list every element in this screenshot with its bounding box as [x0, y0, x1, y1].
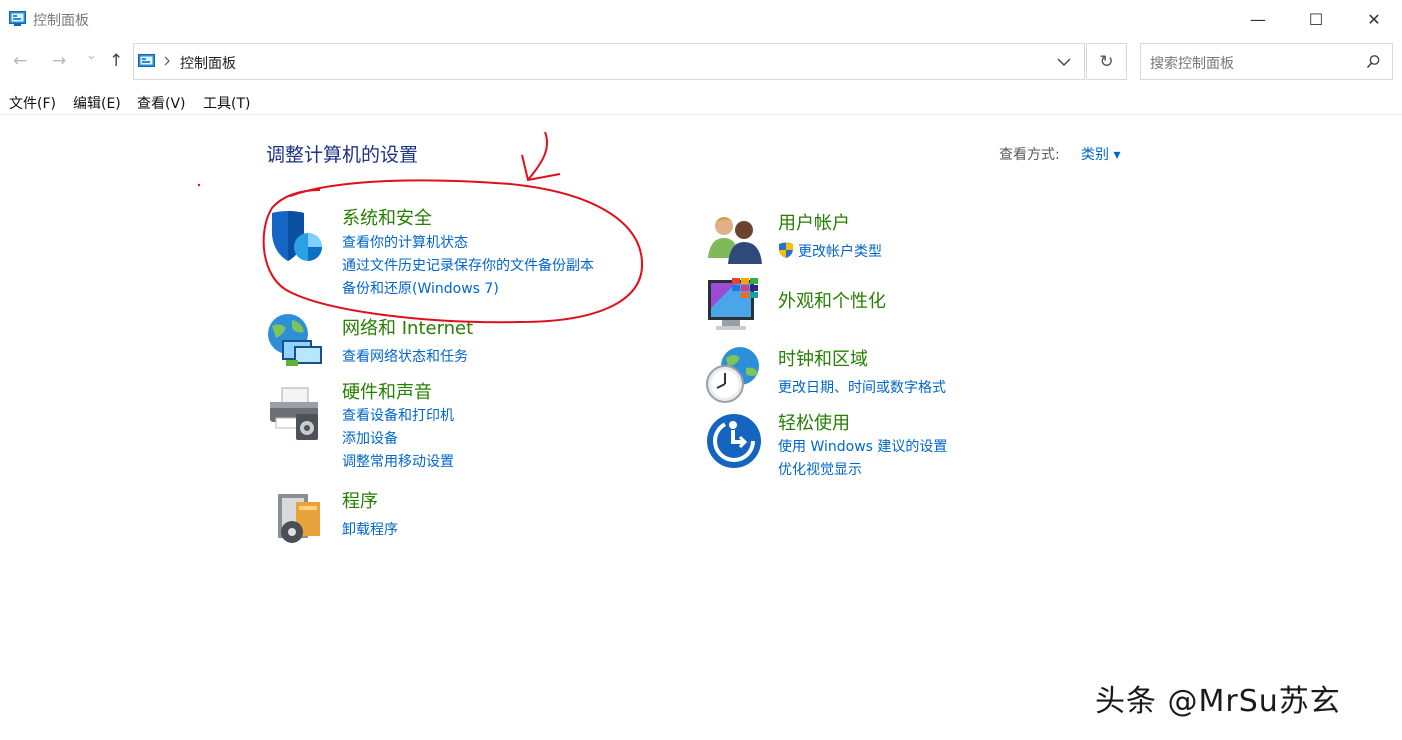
uac-shield-icon [779, 242, 793, 258]
link-backup-restore[interactable]: 备份和还原(Windows 7) [342, 278, 499, 298]
link-network-status[interactable]: 查看网络状态和任务 [342, 346, 468, 366]
link-file-history[interactable]: 通过文件历史记录保存你的文件备份副本 [342, 255, 594, 275]
link-change-date-time-format[interactable]: 更改日期、时间或数字格式 [778, 377, 946, 397]
page-title: 调整计算机的设置 [266, 144, 419, 166]
network-globe-icon [268, 314, 322, 366]
control-panel-icon [138, 54, 155, 67]
menu-edit[interactable]: 编辑(E) [73, 93, 121, 113]
category-network-internet[interactable]: 网络和 Internet [342, 314, 473, 340]
chevron-right-icon [164, 56, 170, 66]
back-button[interactable]: ← [13, 51, 27, 71]
category-appearance[interactable]: 外观和个性化 [778, 287, 886, 313]
link-optimize-visual-display[interactable]: 优化视觉显示 [778, 459, 862, 479]
maximize-icon: ☐ [1308, 9, 1324, 29]
category-ease-of-access[interactable]: 轻松使用 [778, 409, 850, 435]
close-icon: ✕ [1367, 9, 1381, 29]
refresh-button[interactable]: ↻ [1086, 43, 1127, 80]
menu-view[interactable]: 查看(V) [137, 93, 186, 113]
up-button[interactable]: ↑ [109, 51, 123, 71]
shield-icon [272, 211, 322, 261]
category-programs[interactable]: 程序 [342, 487, 378, 513]
link-devices-printers[interactable]: 查看设备和打印机 [342, 405, 454, 425]
category-user-accounts[interactable]: 用户帐户 [778, 209, 850, 235]
forward-button[interactable]: → [52, 51, 66, 71]
search-icon[interactable] [1366, 54, 1381, 69]
view-by-label: 查看方式: [999, 147, 1060, 163]
breadcrumb[interactable]: 控制面板 [180, 53, 236, 73]
address-bar[interactable] [133, 43, 1085, 80]
link-windows-suggested-settings[interactable]: 使用 Windows 建议的设置 [778, 436, 947, 456]
view-by-dropdown[interactable]: 类别 ▾ [1081, 144, 1120, 164]
control-panel-app-icon [9, 11, 26, 26]
search-placeholder: 搜索控制面板 [1150, 56, 1234, 72]
link-view-computer-status[interactable]: 查看你的计算机状态 [342, 232, 468, 252]
category-hardware-sound[interactable]: 硬件和声音 [342, 378, 432, 404]
close-button[interactable]: ✕ [1345, 0, 1402, 38]
menu-divider [0, 114, 1402, 115]
programs-icon [278, 494, 320, 543]
recent-locations-button[interactable]: ⌄ [86, 48, 97, 63]
minimize-icon: — [1250, 9, 1266, 29]
menu-file[interactable]: 文件(F) [9, 93, 56, 113]
title-bar [0, 0, 1402, 38]
minimize-button[interactable]: — [1229, 0, 1287, 38]
watermark: 头条 @MrSu苏玄 [1095, 684, 1341, 719]
category-clock-region[interactable]: 时钟和区域 [778, 345, 868, 371]
user-accounts-icon [708, 217, 762, 264]
menu-tools[interactable]: 工具(T) [203, 93, 250, 113]
printer-icon [270, 387, 318, 440]
link-uninstall-program[interactable]: 卸载程序 [342, 519, 398, 539]
refresh-icon: ↻ [1099, 51, 1114, 72]
chevron-down-icon[interactable] [1057, 57, 1071, 67]
clock-region-icon [706, 347, 759, 403]
appearance-personalization-icon [708, 278, 758, 330]
maximize-button[interactable]: ☐ [1287, 0, 1345, 38]
window-title: 控制面板 [33, 13, 89, 29]
category-system-security[interactable]: 系统和安全 [342, 204, 432, 230]
link-change-account-type[interactable]: 更改帐户类型 [798, 241, 882, 261]
link-mobility-settings[interactable]: 调整常用移动设置 [342, 451, 454, 471]
ease-of-access-icon [707, 414, 761, 468]
link-add-device[interactable]: 添加设备 [342, 428, 398, 448]
